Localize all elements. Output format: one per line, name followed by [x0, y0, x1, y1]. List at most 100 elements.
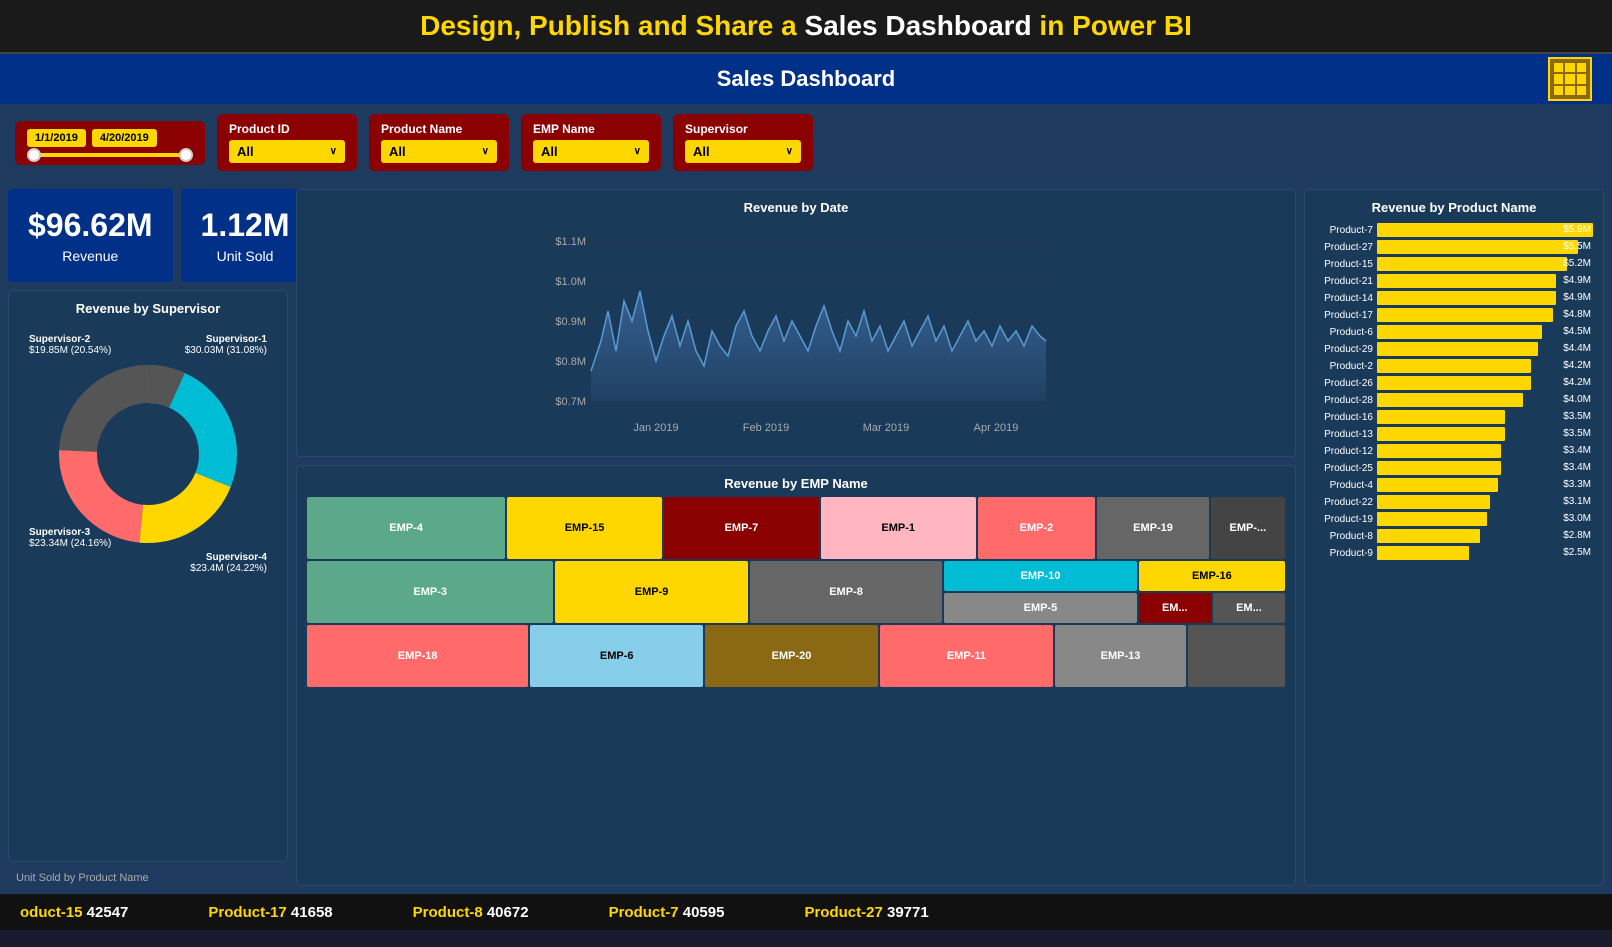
revenue-label: Revenue	[28, 248, 153, 264]
bar-label: Product-21	[1315, 276, 1373, 287]
date-end: 4/20/2019	[92, 129, 157, 147]
bar-value: $2.5M	[1563, 546, 1591, 560]
product-name-filter[interactable]: Product Name All ∨	[369, 114, 509, 171]
emp-name-label: EMP Name	[533, 122, 649, 136]
bar-fill	[1377, 376, 1531, 390]
bar-value: $4.8M	[1563, 308, 1591, 322]
bar-row: Product-6 $4.5M	[1315, 325, 1593, 339]
supervisor-filter[interactable]: Supervisor All ∨	[673, 114, 813, 171]
bar-fill	[1377, 359, 1531, 373]
bar-fill	[1377, 291, 1556, 305]
bar-label: Product-28	[1315, 395, 1373, 406]
emp-right-stack: EMP-10 EMP-5	[944, 561, 1136, 623]
bar-row: Product-2 $4.2M	[1315, 359, 1593, 373]
svg-text:Mar 2019: Mar 2019	[863, 422, 909, 434]
bar-track: $5.2M	[1377, 257, 1593, 271]
emp3-cell: EMP-3	[307, 561, 553, 623]
bar-row: Product-13 $3.5M	[1315, 427, 1593, 441]
bar-fill	[1377, 342, 1538, 356]
bar-label: Product-13	[1315, 429, 1373, 440]
product-id-filter[interactable]: Product ID All ∨	[217, 114, 357, 171]
product-id-label: Product ID	[229, 122, 345, 136]
bar-value: $5.5M	[1563, 240, 1591, 254]
left-column: $96.62M Revenue 1.12M Unit Sold Revenue …	[8, 189, 288, 886]
title-bar: Design, Publish and Share a Sales Dashbo…	[0, 0, 1612, 54]
bar-track: $4.9M	[1377, 274, 1593, 288]
ticker-item-4: Product-27 39771	[804, 904, 928, 921]
sup1-label: Supervisor-1 $30.03M (31.08%)	[185, 334, 267, 356]
svg-text:$0.9M: $0.9M	[555, 316, 586, 328]
emp19-cell: EMP-19	[1097, 497, 1208, 559]
svg-text:$0.8M: $0.8M	[555, 356, 586, 368]
svg-text:$1.0M: $1.0M	[555, 276, 586, 288]
product-bar-card: Revenue by Product Name Product-7 $5.9M …	[1304, 189, 1604, 886]
bar-value: $4.0M	[1563, 393, 1591, 407]
slider-thumb-left[interactable]	[27, 148, 41, 162]
emp-name-filter[interactable]: EMP Name All ∨	[521, 114, 661, 171]
product-name-value[interactable]: All ∨	[381, 140, 497, 163]
supervisor-value[interactable]: All ∨	[685, 140, 801, 163]
bar-value: $4.4M	[1563, 342, 1591, 356]
svg-text:Jan 2019: Jan 2019	[633, 422, 678, 434]
ticker-bar: oduct-15 42547 Product-17 41658 Product-…	[0, 894, 1612, 930]
title-part1: Design, Publish and Share a	[420, 10, 804, 41]
bar-track: $4.4M	[1377, 342, 1593, 356]
bar-value: $2.8M	[1563, 529, 1591, 543]
emp-mini-row: EM... EM...	[1139, 593, 1285, 623]
ticker-item-1: Product-17 41658	[208, 904, 332, 921]
supervisor-donut-card: Revenue by Supervisor Superv	[8, 290, 288, 862]
product-id-value[interactable]: All ∨	[229, 140, 345, 163]
emp-name-value[interactable]: All ∨	[533, 140, 649, 163]
bar-fill	[1377, 478, 1498, 492]
bar-label: Product-22	[1315, 497, 1373, 508]
date-filter[interactable]: 1/1/2019 4/20/2019	[15, 121, 205, 165]
emp8-cell: EMP-8	[750, 561, 942, 623]
bar-label: Product-6	[1315, 327, 1373, 338]
bar-fill	[1377, 240, 1578, 254]
emp2-cell: EMP-2	[978, 497, 1096, 559]
bar-value: $3.3M	[1563, 478, 1591, 492]
unit-sold-label: Unit Sold by Product Name	[8, 870, 288, 886]
bar-row: Product-22 $3.1M	[1315, 495, 1593, 509]
date-slider-track[interactable]	[27, 153, 193, 157]
units-label: Unit Sold	[201, 248, 290, 264]
product-name-chevron: ∨	[482, 146, 489, 157]
ticker-item-2: Product-8 40672	[413, 904, 529, 921]
filters-row: 1/1/2019 4/20/2019 Product ID All ∨ Prod…	[0, 104, 1612, 181]
bar-track: $4.9M	[1377, 291, 1593, 305]
emp1-cell: EMP-1	[821, 497, 976, 559]
sup3-label: Supervisor-3 $23.34M (24.16%)	[29, 527, 111, 549]
bar-label: Product-29	[1315, 344, 1373, 355]
bar-label: Product-2	[1315, 361, 1373, 372]
bar-value: $3.4M	[1563, 444, 1591, 458]
bar-label: Product-16	[1315, 412, 1373, 423]
bar-row: Product-19 $3.0M	[1315, 512, 1593, 526]
emp16-cell: EMP-16	[1139, 561, 1285, 591]
bar-row: Product-14 $4.9M	[1315, 291, 1593, 305]
emp13-cell: EMP-13	[1055, 625, 1186, 687]
bar-label: Product-12	[1315, 446, 1373, 457]
bar-value: $5.9M	[1563, 223, 1591, 237]
ticker-item-0: oduct-15 42547	[20, 904, 128, 921]
bar-track: $3.3M	[1377, 478, 1593, 492]
treemap-row1: EMP-4 EMP-15 EMP-7 EMP-1 EMP-2 EMP-19 EM…	[307, 497, 1285, 559]
right-column: Revenue by Product Name Product-7 $5.9M …	[1304, 189, 1604, 886]
sup2-label: Supervisor-2 $19.85M (20.54%)	[29, 334, 111, 356]
emp15-cell: EMP-15	[507, 497, 662, 559]
treemap-body: EMP-4 EMP-15 EMP-7 EMP-1 EMP-2 EMP-19 EM…	[307, 497, 1285, 687]
bar-value: $4.9M	[1563, 274, 1591, 288]
slider-thumb-right[interactable]	[179, 148, 193, 162]
emp-name-chevron: ∨	[634, 146, 641, 157]
bar-label: Product-8	[1315, 531, 1373, 542]
bar-fill	[1377, 512, 1487, 526]
product-name-label: Product Name	[381, 122, 497, 136]
emp18-cell: EMP-18	[307, 625, 528, 687]
emp-stack2: EMP-16 EM... EM...	[1139, 561, 1285, 623]
grid-icon	[1548, 57, 1592, 101]
revenue-kpi: $96.62M Revenue	[8, 189, 173, 282]
bar-fill	[1377, 393, 1523, 407]
units-value: 1.12M	[201, 207, 290, 244]
bar-track: $3.1M	[1377, 495, 1593, 509]
emp4-cell: EMP-4	[307, 497, 505, 559]
bar-value: $3.4M	[1563, 461, 1591, 475]
